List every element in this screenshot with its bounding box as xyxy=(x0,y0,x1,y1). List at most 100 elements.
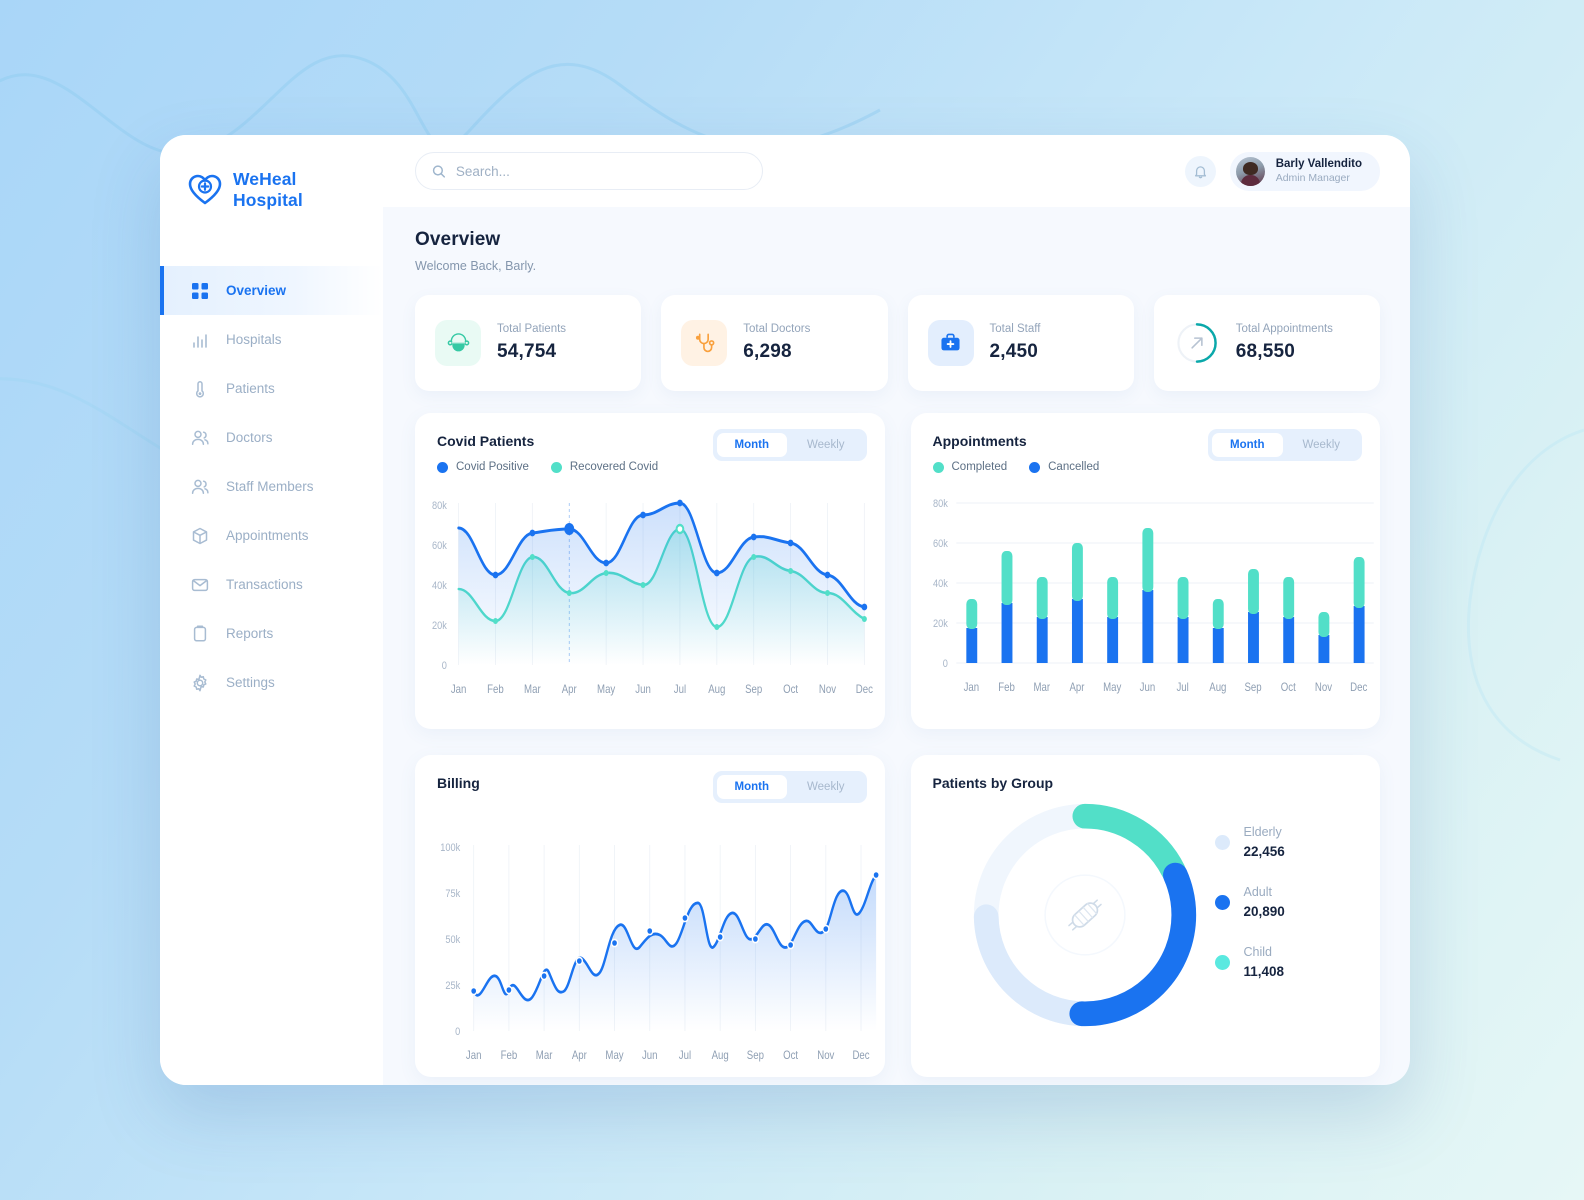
user-profile[interactable]: Barly Vallendito Admin Manager xyxy=(1229,151,1380,191)
group-value: 11,408 xyxy=(1243,964,1285,979)
stat-card-total-staff[interactable]: Total Staff 2,450 xyxy=(907,295,1134,391)
toggle-month[interactable]: Month xyxy=(716,433,787,457)
group-value: 20,890 xyxy=(1243,904,1285,919)
user-name: Barly Vallendito xyxy=(1275,157,1362,170)
appointments-chart: 80k 60k 40k 20k 0 Jan Feb Mar Apr May Ju… xyxy=(933,498,1374,694)
sidebar-item-staff-members[interactable]: Staff Members xyxy=(160,462,383,511)
donut-legend-item: Elderly 22,456 xyxy=(1214,825,1285,859)
sidebar-item-reports[interactable]: Reports xyxy=(160,609,383,658)
svg-text:Oct: Oct xyxy=(1280,681,1295,694)
sidebar-item-doctors[interactable]: Doctors xyxy=(160,413,383,462)
toggle-month[interactable]: Month xyxy=(1212,433,1283,457)
legend-dot xyxy=(437,461,448,473)
stethoscope-icon xyxy=(681,320,728,366)
stat-card-total-patients[interactable]: Total Patients 54,754 xyxy=(415,295,642,391)
legend-dot xyxy=(1214,834,1230,850)
appointments-card: Appointments Month Weekly Completed Canc… xyxy=(910,413,1380,729)
sidebar-item-label: Appointments xyxy=(226,528,309,544)
toggle-month[interactable]: Month xyxy=(716,775,787,799)
covid-highlight-point[interactable] xyxy=(564,523,575,535)
svg-text:Nov: Nov xyxy=(817,1049,835,1062)
svg-text:80k: 80k xyxy=(933,498,949,510)
bar-group xyxy=(965,528,1365,663)
legend-item: Covid Positive xyxy=(437,461,529,473)
legend-dot xyxy=(1029,461,1041,473)
main-area: Barly Vallendito Admin Manager Overview … xyxy=(383,135,1410,1085)
clipboard-icon xyxy=(191,625,209,643)
svg-text:40k: 40k xyxy=(933,578,949,590)
sidebar-item-hospitals[interactable]: Hospitals xyxy=(160,315,383,364)
svg-text:Jun: Jun xyxy=(635,683,651,696)
legend-dot xyxy=(550,461,562,473)
donut-legend-item: Adult 20,890 xyxy=(1214,885,1285,919)
stat-label: Total Doctors xyxy=(743,323,811,335)
grid-icon xyxy=(191,282,209,300)
svg-text:Nov: Nov xyxy=(1314,681,1332,694)
dashboard-window: WeHeal Hospital Overview Hospitals Patie… xyxy=(160,135,1410,1085)
group-label: Child xyxy=(1243,945,1273,959)
appointments-period-toggle[interactable]: Month Weekly xyxy=(1208,429,1362,461)
card-title: Patients by Group xyxy=(932,775,1054,791)
user-role: Admin Manager xyxy=(1275,171,1350,184)
donut-legend-item: Child 11,408 xyxy=(1214,945,1285,979)
svg-text:60k: 60k xyxy=(432,540,448,552)
svg-text:Jul: Jul xyxy=(674,683,686,696)
stat-text: Total Patients 54,754 xyxy=(497,323,566,363)
envelope-icon xyxy=(191,576,209,594)
brand-logo[interactable]: WeHeal Hospital xyxy=(160,135,383,210)
svg-text:Sep: Sep xyxy=(1244,681,1261,694)
svg-text:Sep: Sep xyxy=(747,1049,764,1062)
bell-icon xyxy=(1194,165,1206,178)
toggle-weekly[interactable]: Weekly xyxy=(1285,433,1359,457)
sidebar-item-patients[interactable]: Patients xyxy=(160,364,383,413)
donut-legend: Elderly 22,456 Adult 20,890 Child 11,408 xyxy=(1214,825,1285,1005)
svg-text:40k: 40k xyxy=(432,580,448,592)
stat-value: 2,450 xyxy=(989,341,1039,362)
toggle-weekly[interactable]: Weekly xyxy=(789,775,863,799)
covid-period-toggle[interactable]: Month Weekly xyxy=(712,429,867,461)
legend-dot xyxy=(1214,894,1230,910)
sidebar-item-overview[interactable]: Overview xyxy=(160,266,383,316)
notification-button[interactable] xyxy=(1184,155,1216,187)
svg-text:Oct: Oct xyxy=(783,683,798,696)
stat-text: Total Doctors 6,298 xyxy=(743,323,810,363)
svg-text:Jan: Jan xyxy=(466,1049,482,1062)
svg-text:20k: 20k xyxy=(933,618,949,630)
svg-text:75k: 75k xyxy=(445,888,461,900)
bar-chart-icon xyxy=(191,331,209,349)
patients-by-group-donut xyxy=(973,803,1196,1027)
sidebar-item-appointments[interactable]: Appointments xyxy=(160,511,383,560)
search-box[interactable] xyxy=(415,152,763,190)
stat-card-total-appointments[interactable]: Total Appointments 68,550 xyxy=(1153,295,1380,391)
box-icon xyxy=(191,527,209,545)
brand-line-1: WeHeal xyxy=(233,169,297,189)
svg-text:Jan: Jan xyxy=(963,681,979,694)
masked-face-icon xyxy=(435,320,481,366)
svg-text:May: May xyxy=(1103,681,1122,694)
billing-chart: 100k 75k 50k 25k 0 Jan Feb Mar Apr May J… xyxy=(440,842,880,1062)
billing-period-toggle[interactable]: Month Weekly xyxy=(712,771,867,803)
users-icon xyxy=(191,478,209,496)
group-value: 22,456 xyxy=(1243,844,1285,859)
page-subtitle: Welcome Back, Barly. xyxy=(415,259,537,273)
stat-card-total-doctors[interactable]: Total Doctors 6,298 xyxy=(661,295,888,391)
stat-label: Total Appointments xyxy=(1235,323,1333,335)
billing-card: Billing Month Weekly 100k 75k 50k 25k 0 … xyxy=(415,755,885,1077)
sidebar-item-transactions[interactable]: Transactions xyxy=(160,560,383,609)
stat-text: Total Staff 2,450 xyxy=(990,323,1041,363)
search-input[interactable] xyxy=(455,163,746,179)
svg-text:Nov: Nov xyxy=(819,683,837,696)
svg-text:Aug: Aug xyxy=(712,1049,729,1062)
avatar xyxy=(1235,156,1265,186)
svg-text:Dec: Dec xyxy=(1350,681,1368,694)
user-text: Barly Vallendito Admin Manager xyxy=(1276,157,1362,186)
svg-text:Oct: Oct xyxy=(783,1049,798,1062)
sidebar-item-label: Transactions xyxy=(226,577,303,593)
sidebar-item-settings[interactable]: Settings xyxy=(160,658,383,707)
topbar: Barly Vallendito Admin Manager xyxy=(383,135,1410,207)
donut-area: Elderly 22,456 Adult 20,890 Child 11,408 xyxy=(933,797,1359,1033)
brand-name: WeHeal Hospital xyxy=(233,169,303,210)
legend-label: Completed xyxy=(951,461,1008,473)
toggle-weekly[interactable]: Weekly xyxy=(789,433,863,457)
svg-text:May: May xyxy=(605,1049,624,1062)
